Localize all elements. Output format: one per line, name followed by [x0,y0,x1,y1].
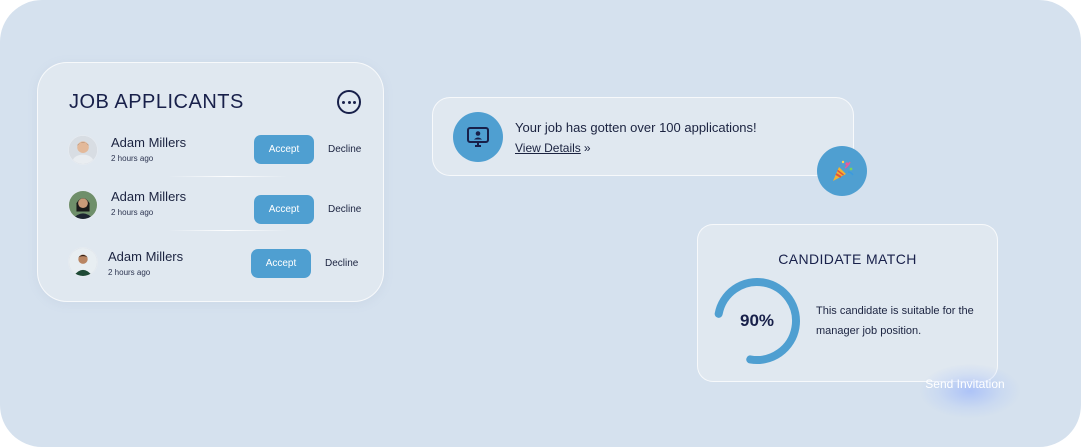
applicant-name: Adam Millers [108,249,184,264]
person-photo-icon [69,191,97,219]
accept-button[interactable]: Accept [254,135,314,164]
applicant-row: Adam Millers 2 hours ago Accept Decline [38,133,383,173]
decline-button[interactable]: Decline [328,144,361,155]
more-dot [347,100,351,104]
applicant-time: 2 hours ago [111,154,154,163]
more-dot [342,100,345,104]
avatar [68,247,98,277]
row-divider [168,230,288,231]
monitor-user-icon-glyph [467,127,489,147]
match-description: This candidate is suitable for the manag… [816,305,974,337]
more-dot [353,100,356,104]
decline-button[interactable]: Decline [325,258,358,269]
applicant-time: 2 hours ago [108,268,151,277]
notification-card: Your job has gotten over 100 application… [432,97,854,176]
notification-message: Your job has gotten over 100 application… [515,120,757,135]
card-title: CANDIDATE MATCH [778,251,917,267]
accept-button[interactable]: Accept [254,195,314,224]
applicant-time: 2 hours ago [111,208,154,217]
monitor-user-icon [453,112,503,162]
card-title: JOB APPLICANTS [69,91,244,113]
person-photo-icon [69,136,97,164]
person-photo-icon [69,248,97,276]
double-chevron-right-icon: » [583,141,591,155]
match-percent: 90% [739,311,775,330]
candidate-match-card: CANDIDATE MATCH 90% This candidate is su… [697,224,998,382]
applicant-row: Adam Millers 2 hours ago Accept Decline [38,188,383,228]
canvas: JOB APPLICANTS Adam Millers 2 hours ago … [0,0,1081,447]
applicant-name: Adam Millers [111,189,187,204]
party-popper-icon-glyph [833,160,854,181]
applicant-row: Adam Millers 2 hours ago Accept Decline [38,245,383,285]
send-invitation-button[interactable]: Send Invitation [914,375,1016,393]
decline-button[interactable]: Decline [328,204,361,215]
view-details-link[interactable]: View Details» [515,141,591,155]
row-divider [168,176,288,177]
more-options-button[interactable] [337,90,361,114]
applicant-name: Adam Millers [111,135,187,150]
party-popper-icon [817,146,867,196]
accept-button[interactable]: Accept [251,249,311,278]
avatar [68,190,98,220]
view-details-label: View Details [515,141,581,155]
avatar [68,135,98,165]
job-applicants-card: JOB APPLICANTS Adam Millers 2 hours ago … [37,62,384,302]
